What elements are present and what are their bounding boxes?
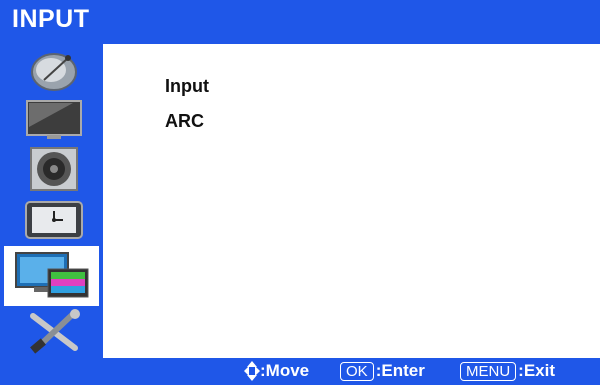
menu-panel: Input ARC <box>103 44 600 358</box>
clock-icon <box>24 201 83 239</box>
sidebar-item-setup[interactable] <box>10 307 97 355</box>
title-bar: INPUT <box>0 0 600 44</box>
menu-item-arc[interactable]: ARC <box>165 111 204 132</box>
sidebar-item-picture[interactable] <box>10 96 97 144</box>
ok-key: OK <box>340 361 374 381</box>
move-label: :Move <box>260 361 310 380</box>
speaker-icon <box>29 147 78 191</box>
page-title: INPUT <box>12 5 90 33</box>
enter-label: :Enter <box>375 361 425 380</box>
arrows-move-icon <box>244 361 260 381</box>
move-hint: :Move <box>244 361 309 381</box>
sidebar-item-input[interactable] <box>4 246 99 306</box>
tv-display-icon <box>25 100 82 139</box>
exit-label: :Exit <box>518 361 556 380</box>
tools-icon <box>29 309 80 354</box>
sidebar-item-sound[interactable] <box>10 145 97 193</box>
satellite-dish-icon <box>30 53 77 91</box>
help-bar: :Move OK :Enter MENU :Exit <box>0 358 600 385</box>
enter-hint: OK :Enter <box>340 361 425 381</box>
menu-item-input[interactable]: Input <box>165 76 209 97</box>
osd-menu: INPUT Input ARC:Move OK:Enter MENU:Ex… <box>0 0 600 385</box>
menu-key: MENU <box>460 361 517 381</box>
sidebar-item-time[interactable] <box>10 196 97 244</box>
input-monitors-icon <box>14 252 88 298</box>
sidebar-item-satellite[interactable] <box>10 48 97 96</box>
exit-hint: MENU :Exit <box>460 361 555 381</box>
sidebar <box>0 44 103 358</box>
